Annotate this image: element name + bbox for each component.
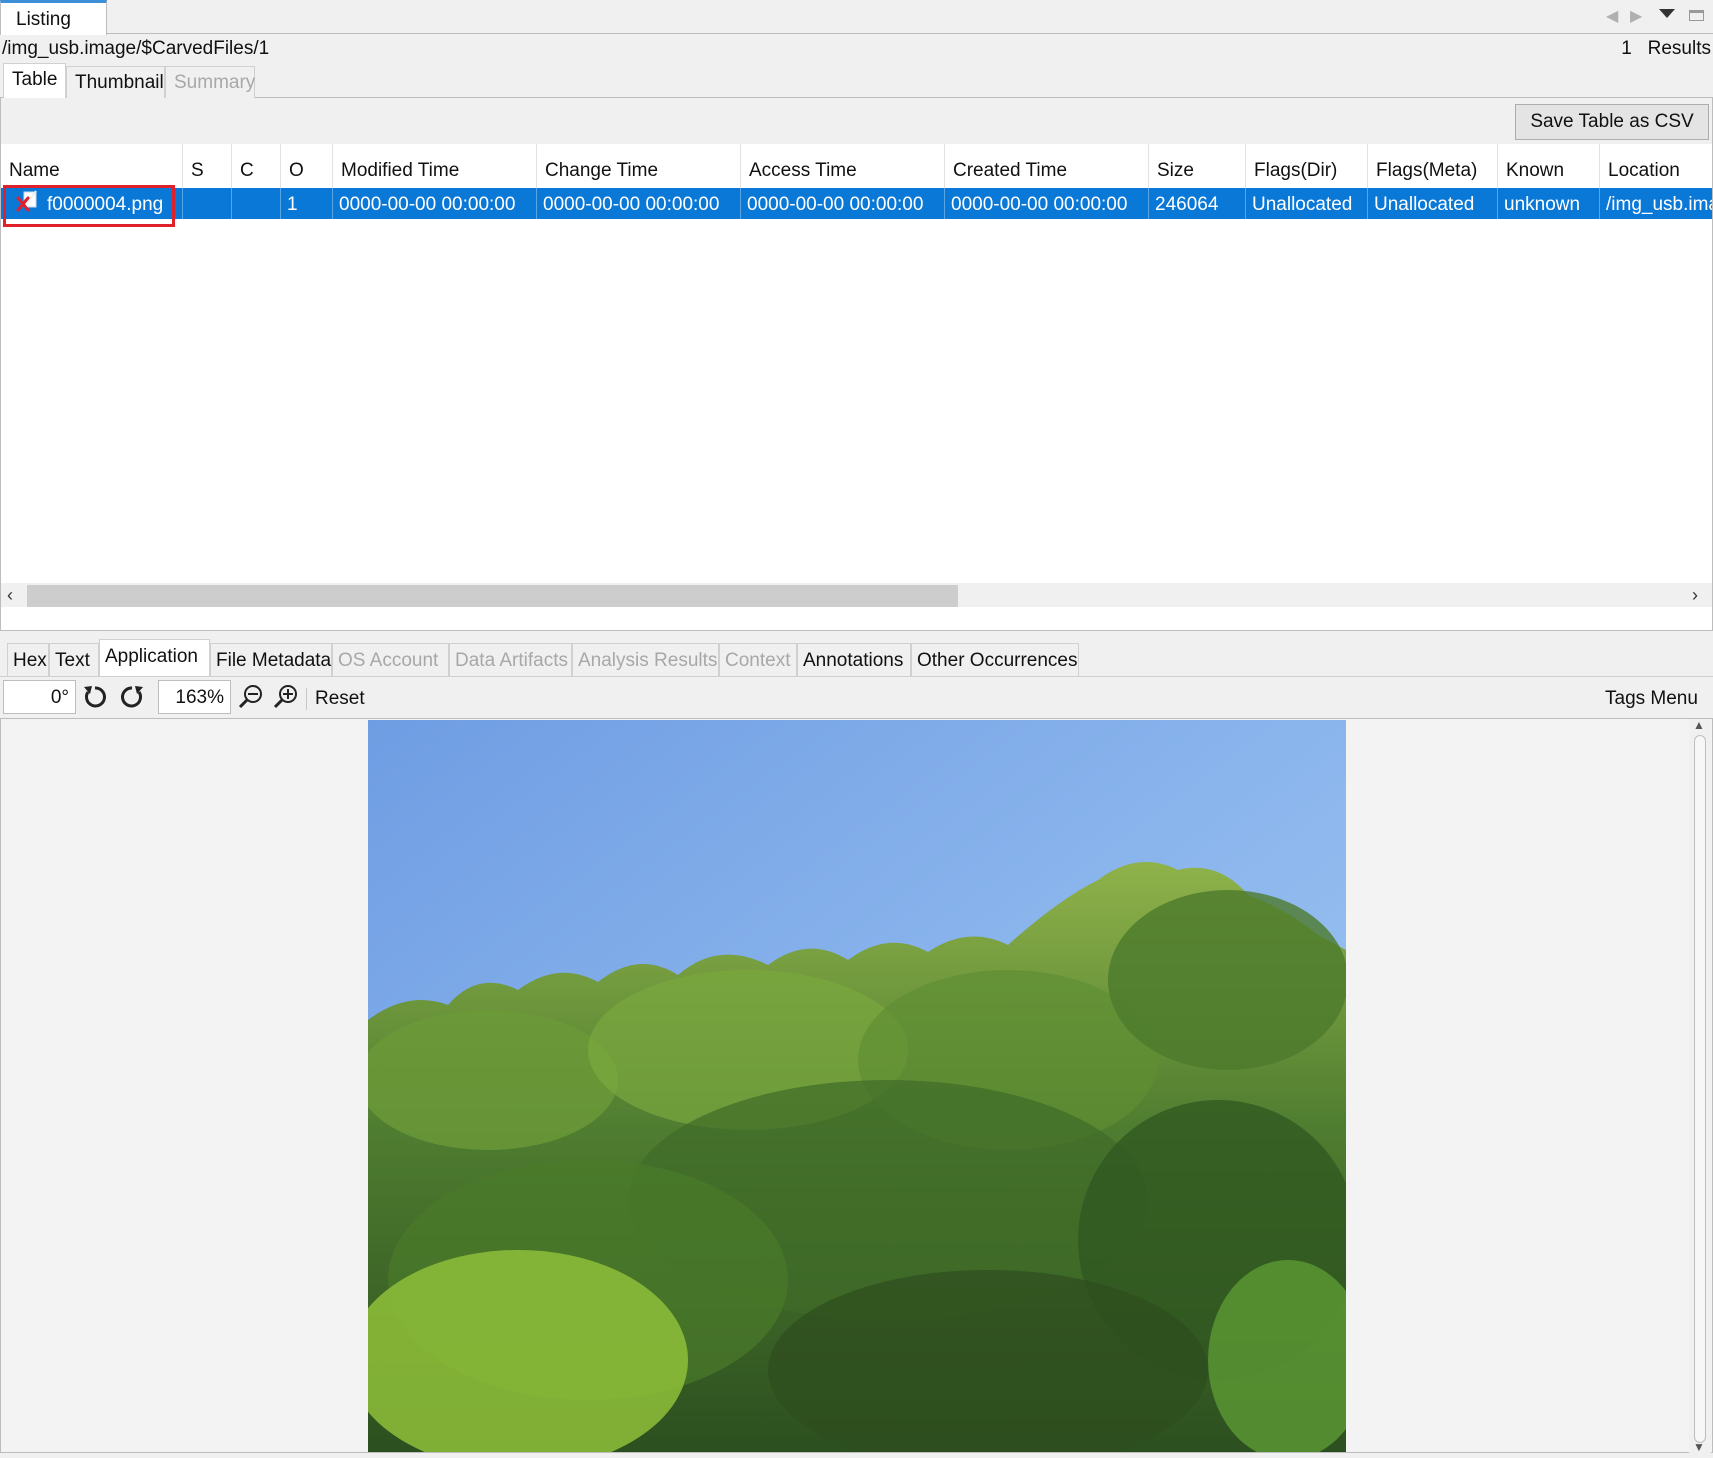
tab-table-label: Table xyxy=(12,69,58,90)
image-preview xyxy=(368,720,1346,1452)
tab-listing-label: Listing xyxy=(16,9,71,30)
tab-listing[interactable]: Listing xyxy=(0,0,107,35)
tab-file-metadata-label: File Metadata xyxy=(216,650,332,671)
tab-hex-label: Hex xyxy=(13,650,47,671)
cell-s xyxy=(183,188,232,219)
tab-other-occurrences[interactable]: Other Occurrences xyxy=(911,643,1079,676)
nav-left-icon[interactable]: ◀ xyxy=(1606,6,1618,26)
nav-right-icon[interactable]: ▶ xyxy=(1630,6,1642,26)
tab-file-metadata[interactable]: File Metadata xyxy=(210,643,332,676)
tab-table[interactable]: Table xyxy=(3,63,66,98)
zoom-out-icon[interactable] xyxy=(236,682,266,712)
cell-c xyxy=(232,188,281,219)
tab-hex[interactable]: Hex xyxy=(7,643,49,676)
save-table-csv-button[interactable]: Save Table as CSV xyxy=(1515,104,1709,140)
horizontal-scrollbar-thumb[interactable] xyxy=(27,585,958,607)
column-header-c[interactable]: C xyxy=(232,144,281,188)
scroll-right-icon[interactable]: › xyxy=(1692,585,1698,606)
tab-analysis-results[interactable]: Analysis Results xyxy=(572,643,719,676)
vertical-scrollbar-thumb[interactable] xyxy=(1694,735,1706,1443)
column-header-flags-dir[interactable]: Flags(Dir) xyxy=(1246,144,1368,188)
table-toolbar xyxy=(1,98,1712,144)
tab-dropdown-icon[interactable] xyxy=(1659,9,1675,18)
table-header: Name S C O Modified Time Change Time Acc… xyxy=(1,144,1712,188)
column-header-o[interactable]: O xyxy=(281,144,333,188)
tab-thumbnail[interactable]: Thumbnail xyxy=(66,66,165,98)
zoom-field[interactable]: 163% xyxy=(158,680,231,714)
results-count: 1 Results xyxy=(1621,38,1711,60)
table-row[interactable]: f0000004.png 1 0000-00-00 00:00:00 0000-… xyxy=(1,188,1712,219)
column-header-known[interactable]: Known xyxy=(1498,144,1600,188)
cell-o: 1 xyxy=(281,188,333,219)
rotate-right-icon[interactable] xyxy=(117,682,147,712)
cell-access-time: 0000-00-00 00:00:00 xyxy=(741,188,945,219)
scroll-left-icon[interactable]: ‹ xyxy=(7,585,13,606)
tab-context-label: Context xyxy=(725,650,791,671)
column-header-s[interactable]: S xyxy=(183,144,232,188)
tags-menu-button[interactable]: Tags Menu xyxy=(1605,688,1698,710)
tab-application[interactable]: Application xyxy=(99,639,210,676)
tab-os-account[interactable]: OS Account xyxy=(332,643,449,676)
rotate-left-icon[interactable] xyxy=(80,682,110,712)
column-header-name[interactable]: Name xyxy=(1,144,183,188)
maximize-icon[interactable] xyxy=(1689,10,1704,21)
zoom-in-icon[interactable] xyxy=(271,682,301,712)
current-path: /img_usb.image/$CarvedFiles/1 xyxy=(2,38,270,59)
reset-button[interactable]: Reset xyxy=(315,688,365,710)
results-number: 1 xyxy=(1621,38,1632,59)
column-header-change-time[interactable]: Change Time xyxy=(537,144,741,188)
column-header-size[interactable]: Size xyxy=(1149,144,1246,188)
scroll-down-icon[interactable]: ▼ xyxy=(1693,1440,1705,1454)
tab-other-occurrences-label: Other Occurrences xyxy=(917,650,1078,671)
cell-flags-meta: Unallocated xyxy=(1368,188,1498,219)
top-tab-strip xyxy=(0,0,1713,34)
column-header-flags-meta[interactable]: Flags(Meta) xyxy=(1368,144,1498,188)
tab-summary[interactable]: Summary xyxy=(165,66,255,98)
tab-data-artifacts[interactable]: Data Artifacts xyxy=(449,643,572,676)
tab-application-label: Application xyxy=(105,646,198,667)
column-header-created-time[interactable]: Created Time xyxy=(945,144,1149,188)
tab-data-artifacts-label: Data Artifacts xyxy=(455,650,568,671)
tab-annotations-label: Annotations xyxy=(803,650,904,671)
column-header-location[interactable]: Location xyxy=(1600,144,1712,188)
cell-size: 246064 xyxy=(1149,188,1246,219)
cell-change-time: 0000-00-00 00:00:00 xyxy=(537,188,741,219)
tab-text-label: Text xyxy=(55,650,90,671)
cell-flags-dir: Unallocated xyxy=(1246,188,1368,219)
results-label: Results xyxy=(1647,38,1711,59)
tab-analysis-results-label: Analysis Results xyxy=(578,650,718,671)
cell-known: unknown xyxy=(1498,188,1600,219)
tab-os-account-label: OS Account xyxy=(338,650,439,671)
tab-summary-label: Summary xyxy=(174,72,256,93)
cell-location: /img_usb.ima xyxy=(1606,194,1712,215)
column-header-modified-time[interactable]: Modified Time xyxy=(333,144,537,188)
tab-thumbnail-label: Thumbnail xyxy=(75,72,164,93)
tab-context[interactable]: Context xyxy=(719,643,797,676)
cell-created-time: 0000-00-00 00:00:00 xyxy=(945,188,1149,219)
cell-modified-time: 0000-00-00 00:00:00 xyxy=(333,188,537,219)
tab-text[interactable]: Text xyxy=(49,643,99,676)
toolbar-divider xyxy=(306,688,307,710)
tab-annotations[interactable]: Annotations xyxy=(797,643,911,676)
scroll-up-icon[interactable]: ▲ xyxy=(1693,718,1705,732)
column-header-access-time[interactable]: Access Time xyxy=(741,144,945,188)
rotation-field[interactable]: 0° xyxy=(3,680,76,714)
selected-file-highlight xyxy=(3,185,175,227)
